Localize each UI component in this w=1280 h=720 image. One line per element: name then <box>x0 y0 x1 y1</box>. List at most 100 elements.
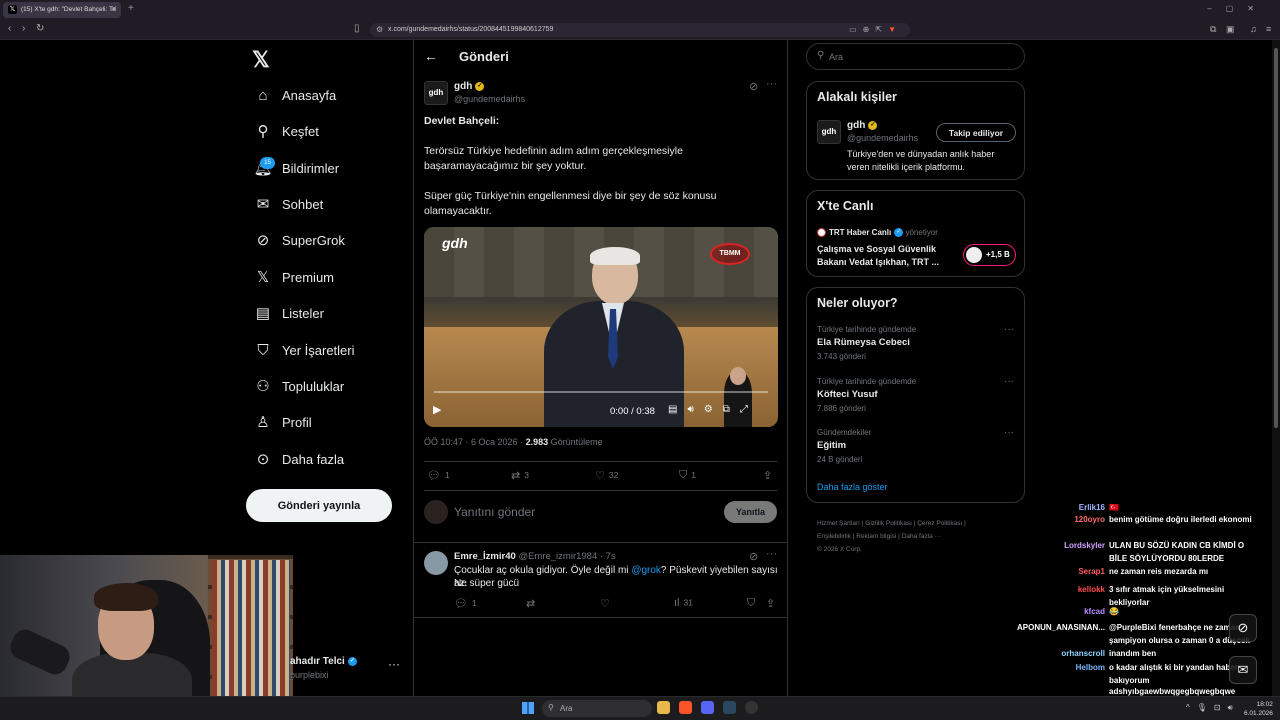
like-action[interactable]: ♡ 32 <box>595 469 618 482</box>
sidebar-toggle-icon[interactable]: ▣ <box>1226 24 1235 35</box>
file-explorer-icon[interactable] <box>657 701 670 714</box>
bookmark-action[interactable]: ⛉ 1 <box>679 469 696 482</box>
site-info-icon[interactable]: ⚙ <box>376 25 383 34</box>
author-handle[interactable]: @gundemedairhs <box>454 94 525 104</box>
more-options-icon[interactable]: ··· <box>766 78 777 90</box>
back-nav-icon[interactable]: ‹ <box>8 23 11 34</box>
scroll-thumb[interactable] <box>1274 48 1278 428</box>
fullscreen-icon[interactable]: ⤢ <box>740 404 758 415</box>
search-input[interactable] <box>829 49 1009 65</box>
forward-nav-icon[interactable]: › <box>22 23 25 34</box>
mention-link[interactable]: @grok <box>631 565 661 576</box>
browser-tab[interactable]: 𝕏 (15) X'te gdh: "Devlet Bahçeli: Te ✕ <box>3 2 121 18</box>
chat-username[interactable]: 120oyro <box>1074 514 1105 527</box>
nav-supergrok[interactable]: ⊘ SuperGrok <box>252 227 345 253</box>
brave-shield-icon[interactable]: ▼ <box>888 25 902 34</box>
captions-icon[interactable]: ▤ <box>668 404 687 415</box>
nav-explore[interactable]: ⚲ Keşfet <box>252 118 319 144</box>
live-title[interactable]: Bakanı Vedat Işıkhan, TRT ... <box>817 257 939 267</box>
post-button[interactable]: Gönderi yayınla <box>246 489 392 522</box>
footer-link[interactable]: Daha fazla ··· <box>902 533 941 540</box>
bookmark-action[interactable]: ⛉ <box>747 597 759 610</box>
trend-more-icon[interactable]: ··· <box>1004 427 1014 438</box>
nav-profile[interactable]: ♙ Profil <box>252 409 311 435</box>
author-avatar[interactable]: gdh <box>424 81 448 105</box>
my-avatar[interactable] <box>424 500 448 524</box>
related-name[interactable]: gdh ✓ <box>847 120 878 131</box>
steam-icon[interactable] <box>723 701 736 714</box>
reply-author-avatar[interactable] <box>424 551 448 575</box>
repost-action[interactable]: ⇄ 3 <box>511 469 529 482</box>
post-timestamp[interactable]: ÖÖ 10:47 · 6 Oca 2026 · <box>424 437 526 447</box>
views-action[interactable]: ıl 31 <box>674 597 693 609</box>
system-tray[interactable]: ^🎙︎⊡🔊︎ <box>1186 703 1240 713</box>
repost-action[interactable]: ⇄ <box>526 597 539 610</box>
settings-icon[interactable]: ⚙ <box>704 404 723 415</box>
video-player[interactable]: gdh TBMM ▶ 0:00 / 0:38 ▤🔊︎⚙⧉⤢ <box>424 227 778 427</box>
trend-name[interactable]: Ela Rümeysa Cebeci <box>817 337 910 348</box>
messages-float-icon[interactable]: ✉ <box>1229 656 1257 684</box>
reply-author[interactable]: Emre_İzmir40 @Emre_izmir1984 · 7s <box>454 551 616 562</box>
grok-float-icon[interactable]: ⊘ <box>1229 614 1257 642</box>
trend-more-icon[interactable]: ··· <box>1004 324 1014 335</box>
url-actions[interactable]: ▭⊕⇱▼ <box>849 25 902 34</box>
play-icon[interactable]: ▶ <box>433 403 441 416</box>
chat-username[interactable]: Erlik16 <box>1079 502 1105 515</box>
chat-username[interactable]: kellokk <box>1078 584 1105 597</box>
pip-icon[interactable]: ⧉ <box>723 404 740 415</box>
footer-link[interactable]: Çerez Politikası <box>917 520 962 527</box>
discord-icon[interactable] <box>701 701 714 714</box>
share-icon[interactable]: ⇪ <box>766 597 779 610</box>
reply-button[interactable]: Yanıtla <box>724 501 777 523</box>
video-progress-bar[interactable] <box>434 391 768 393</box>
nav-bookmarks[interactable]: ⛉ Yer İşaretleri <box>252 337 354 363</box>
obs-icon[interactable] <box>745 701 758 714</box>
chat-username[interactable]: orhanscroll <box>1061 648 1105 661</box>
nav-home[interactable]: ⌂ Anasayfa <box>252 82 336 108</box>
back-arrow-icon[interactable]: ← <box>424 48 438 64</box>
live-listeners-pill[interactable]: +1,5 B <box>963 244 1016 266</box>
reload-icon[interactable]: ↻ <box>36 23 44 34</box>
related-avatar[interactable]: gdh <box>817 120 841 144</box>
chat-username[interactable]: APONUN_ANASINAN... <box>1017 622 1105 635</box>
media-icon[interactable]: ♫ <box>1250 24 1257 34</box>
window-controls[interactable]: –▢✕ <box>1207 4 1268 13</box>
nav-communities[interactable]: ⚇ Topluluklar <box>252 373 344 399</box>
account-more-icon[interactable]: ··· <box>388 657 400 671</box>
chat-username[interactable]: kfcad <box>1084 606 1105 619</box>
grok-explain-icon[interactable]: ⊘ <box>749 550 758 563</box>
footer-link[interactable]: Erişilebilirlik <box>817 533 851 540</box>
x-logo-icon[interactable]: 𝕏 <box>252 47 270 73</box>
account-switcher[interactable]: ahadır Telci ✓ purplebixi ··· <box>290 655 405 685</box>
taskbar-clock[interactable]: 18:02 6.01.2026 <box>1244 700 1273 718</box>
live-host[interactable]: TRT Haber Canlı ✓ yönetiyor <box>817 228 938 238</box>
footer-link[interactable]: Reklam bilgisi <box>856 533 896 540</box>
volume-icon[interactable]: 🔊︎ <box>687 404 703 415</box>
close-tab-icon[interactable]: ✕ <box>111 5 117 13</box>
bookmark-page-icon[interactable]: ▯ <box>354 23 360 34</box>
reply-input[interactable]: Yanıtını gönder <box>454 505 535 519</box>
nav-lists[interactable]: ▤ Listeler <box>252 300 324 326</box>
more-options-icon[interactable]: ··· <box>766 548 777 560</box>
brave-browser-icon[interactable] <box>679 701 692 714</box>
reply-action[interactable]: 💬︎ 1 <box>454 597 477 610</box>
new-tab-icon[interactable]: + <box>128 3 134 14</box>
taskbar-search[interactable]: ⚲ Ara <box>542 700 652 717</box>
url-field[interactable]: ⚙ x.com/gundemedairhs/status/20084451998… <box>370 23 910 37</box>
nav-messages[interactable]: ✉ Sohbet <box>252 191 324 217</box>
chat-username[interactable]: Lordskyler <box>1064 540 1105 553</box>
like-action[interactable]: ♡ <box>600 597 614 610</box>
windows-start-icon[interactable] <box>522 702 534 714</box>
nav-more[interactable]: ⊙ Daha fazla <box>252 446 344 472</box>
footer-link[interactable]: Hizmet Şartları <box>817 520 860 527</box>
related-handle[interactable]: @gundemedairhs <box>847 133 918 143</box>
reply-action[interactable]: 💬︎ 1 <box>427 469 450 482</box>
author-name[interactable]: gdh ✓ <box>454 81 485 92</box>
trend-more-icon[interactable]: ··· <box>1004 376 1014 387</box>
grok-explain-icon[interactable]: ⊘ <box>749 80 758 93</box>
search-box[interactable]: ⚲ <box>806 43 1025 70</box>
trend-name[interactable]: Eğitim <box>817 440 846 451</box>
share-icon[interactable]: ⇪ <box>763 469 776 482</box>
show-more-link[interactable]: Daha fazla göster <box>817 482 888 492</box>
chat-username[interactable]: Serap1 <box>1078 566 1105 579</box>
